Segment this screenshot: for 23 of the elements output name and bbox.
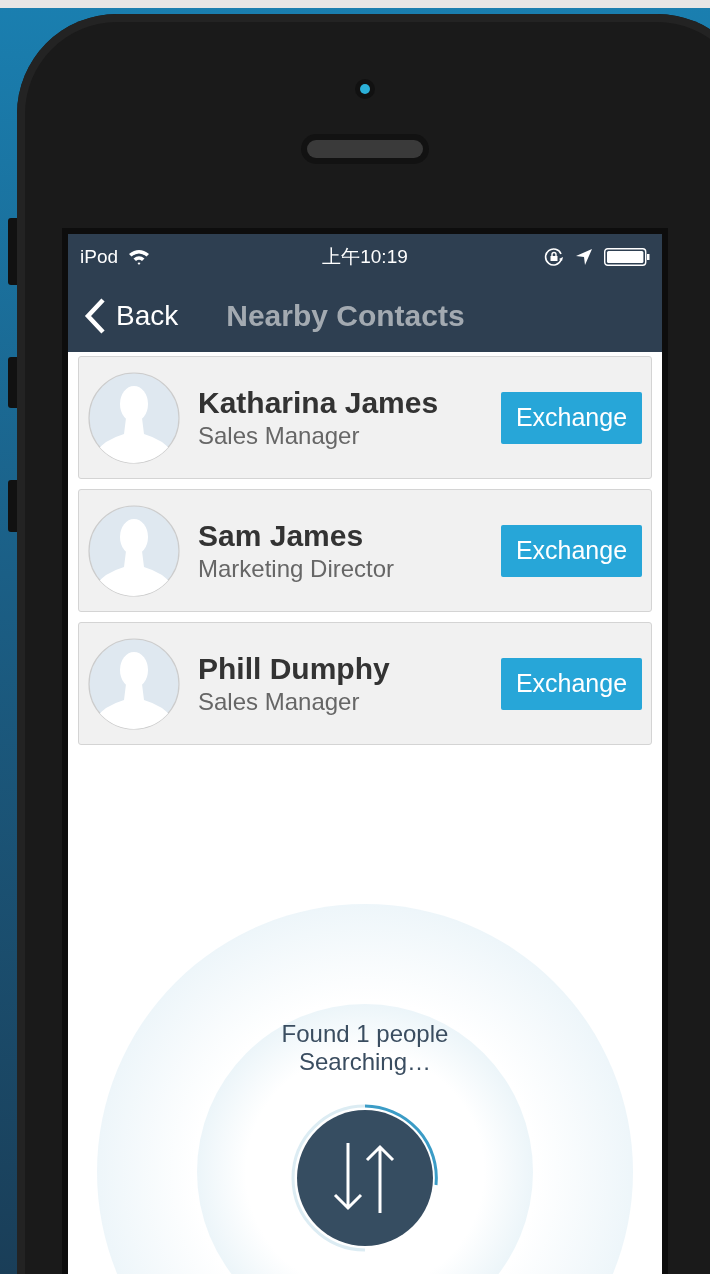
contact-name: Sam James — [198, 518, 365, 553]
screen-title: Nearby Contacts — [226, 299, 465, 333]
contact-role: Sales Manager — [198, 421, 361, 450]
contact-name: Katharina James — [198, 385, 440, 420]
carrier-label: iPod — [80, 246, 119, 268]
contact-role: Sales Manager — [198, 687, 361, 716]
location-arrow-icon — [576, 249, 592, 265]
search-status: Searching… — [298, 1048, 432, 1076]
chevron-left-icon — [84, 298, 106, 334]
found-count: Found 1 people — [281, 1020, 449, 1048]
contact-role: Marketing Director — [198, 554, 396, 583]
back-button[interactable]: Back — [84, 298, 179, 334]
exchange-button[interactable]: Exchange — [501, 391, 642, 444]
avatar-silhouette-icon — [88, 504, 180, 597]
rotation-lock-icon — [544, 247, 564, 267]
wifi-icon — [128, 249, 151, 265]
avatar-silhouette-icon — [88, 371, 180, 464]
avatar-silhouette-icon — [88, 637, 180, 730]
clock-time: 上午10:19 — [321, 245, 409, 269]
exchange-button[interactable]: Exchange — [501, 657, 642, 710]
contact-name: Phill Dumphy — [198, 651, 391, 686]
exchange-button[interactable]: Exchange — [501, 524, 642, 577]
battery-icon — [604, 248, 650, 266]
